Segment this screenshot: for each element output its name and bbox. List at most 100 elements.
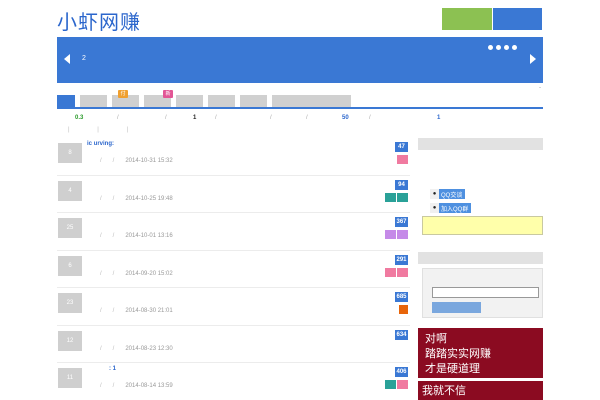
post-date: 2014-09-20 15:02 — [125, 270, 173, 277]
tab-active[interactable] — [57, 95, 75, 107]
post-meta: //2014-09-20 15:02 — [100, 270, 173, 277]
post-count: 685 — [395, 292, 408, 302]
qq-chat-label: QQ交谈 — [441, 192, 463, 199]
post-tag[interactable] — [385, 230, 396, 239]
post-count: 367 — [395, 217, 408, 227]
tab[interactable] — [80, 95, 107, 107]
tab[interactable] — [176, 95, 203, 107]
tab[interactable] — [240, 95, 267, 107]
post-thumbnail[interactable]: 12 — [58, 330, 82, 351]
post-thumbnail[interactable]: 25 — [58, 218, 82, 238]
slider-number: 2 — [82, 55, 86, 62]
post-title[interactable]: ic urving: — [87, 141, 114, 147]
stats-pipes: | | | — [68, 127, 142, 133]
slider-prev-arrow-icon[interactable] — [64, 54, 70, 64]
stat-separator: / — [369, 115, 371, 121]
post-count: 94 — [395, 179, 408, 190]
sidebar-form — [422, 268, 543, 318]
post-count: 291 — [395, 254, 408, 265]
stat-separator: / — [117, 115, 119, 121]
ad-line: 踏踏实实网赚 — [425, 347, 491, 360]
tab[interactable] — [208, 95, 235, 107]
post-tags — [385, 380, 408, 389]
top-green-button[interactable] — [442, 8, 492, 30]
slider-dot[interactable] — [496, 45, 501, 50]
tab[interactable] — [324, 95, 351, 107]
post-thumbnail[interactable]: 4 — [58, 180, 82, 201]
post-thumbnail[interactable]: 8 — [58, 143, 82, 163]
sidebar-submit-button[interactable] — [432, 302, 481, 313]
post-date: 2014-10-31 15:32 — [125, 158, 173, 164]
post-tag[interactable] — [399, 305, 408, 314]
list-item[interactable]: 6 //2014-09-20 15:02 291 — [57, 251, 410, 288]
post-tag[interactable] — [385, 380, 396, 389]
post-title[interactable]: : 1 — [109, 366, 116, 372]
banner-slider: 2 — [57, 37, 543, 83]
post-tag[interactable] — [397, 155, 408, 164]
list-item[interactable]: 11 : 1 //2014-08-14 13:59 406 — [57, 363, 410, 400]
sidebar-ad-banner[interactable]: 对啊 踏踏实实网赚 才是硬道理 — [418, 328, 543, 378]
tab[interactable] — [297, 95, 324, 107]
post-tag[interactable] — [397, 267, 408, 277]
banner-mark: - — [539, 85, 541, 91]
post-tag[interactable] — [385, 267, 396, 277]
list-item[interactable]: 8 ic urving: //2014-10-31 15:32 47 — [57, 138, 410, 176]
stat-separator: / — [165, 115, 167, 121]
post-thumbnail[interactable]: 6 — [58, 255, 82, 276]
notice-box — [422, 216, 543, 235]
list-item[interactable]: 4 //2014-10-25 19:48 94 — [57, 176, 410, 213]
post-tag[interactable] — [397, 380, 408, 389]
slider-next-arrow-icon[interactable] — [530, 54, 536, 64]
list-item[interactable]: 23 //2014-08-30 21:01 685 — [57, 288, 410, 326]
tab[interactable] — [272, 95, 299, 107]
post-date: 2014-08-23 12:30 — [125, 345, 173, 352]
slider-dot[interactable] — [504, 45, 509, 50]
post-tags — [385, 230, 408, 239]
post-date: 2014-08-30 21:01 — [125, 308, 173, 314]
qq-group-button[interactable]: ● 加入QQ群 — [430, 203, 472, 213]
slider-dot[interactable] — [488, 45, 493, 50]
list-item[interactable]: 25 //2014-10-01 13:16 367 — [57, 213, 410, 251]
post-tags — [385, 192, 408, 202]
post-meta: //2014-10-31 15:32 — [100, 158, 173, 164]
post-tags — [385, 267, 408, 277]
slider-dots — [488, 45, 517, 50]
post-thumbnail[interactable]: 23 — [58, 293, 82, 313]
post-thumbnail[interactable]: 11 — [58, 368, 82, 388]
qq-chat-button[interactable]: ● QQ交谈 — [430, 189, 466, 199]
sidebar-section-header — [418, 252, 543, 264]
tab-badge-paid: 付 — [118, 90, 128, 98]
post-date: 2014-10-01 13:16 — [125, 233, 173, 239]
post-count: 406 — [395, 367, 408, 377]
post-date: 2014-08-14 13:59 — [125, 383, 173, 389]
post-list: 8 ic urving: //2014-10-31 15:32 47 4 //2… — [57, 138, 410, 400]
ad-line: 对啊 — [425, 332, 447, 345]
stat-value: 1 — [193, 115, 197, 121]
stat-value: 0.3 — [75, 115, 84, 121]
post-meta: //2014-08-23 12:30 — [100, 345, 173, 352]
stat-separator: / — [270, 115, 272, 121]
post-tag[interactable] — [385, 192, 396, 202]
post-meta: //2014-10-01 13:16 — [100, 233, 173, 239]
category-tabs: 付 新 — [57, 90, 543, 109]
stat-separator: / — [215, 115, 217, 121]
sidebar-input[interactable] — [432, 287, 539, 298]
stat-separator: / — [306, 115, 308, 121]
post-tag[interactable] — [397, 230, 408, 239]
sidebar-ad-banner-2[interactable]: 我就不信 — [418, 381, 543, 400]
post-count: 634 — [395, 329, 408, 340]
stat-value: 1 — [437, 115, 441, 121]
sidebar-section-header — [418, 138, 543, 150]
top-blue-button[interactable] — [493, 8, 542, 30]
post-meta: //2014-10-25 19:48 — [100, 195, 173, 202]
post-tag[interactable] — [397, 192, 408, 202]
list-item[interactable]: 12 //2014-08-23 12:30 634 — [57, 326, 410, 363]
site-logo[interactable]: 小虾网赚 — [57, 6, 141, 35]
qq-group-label: 加入QQ群 — [441, 206, 469, 213]
stats-bar: 0.3 / / 1 / / / 50 / 1 — [57, 115, 440, 125]
slider-dot[interactable] — [512, 45, 517, 50]
post-meta: //2014-08-14 13:59 — [100, 383, 173, 389]
qq-penguin-icon: ● — [430, 203, 439, 213]
post-count: 47 — [395, 142, 408, 152]
qq-penguin-icon: ● — [430, 189, 439, 199]
